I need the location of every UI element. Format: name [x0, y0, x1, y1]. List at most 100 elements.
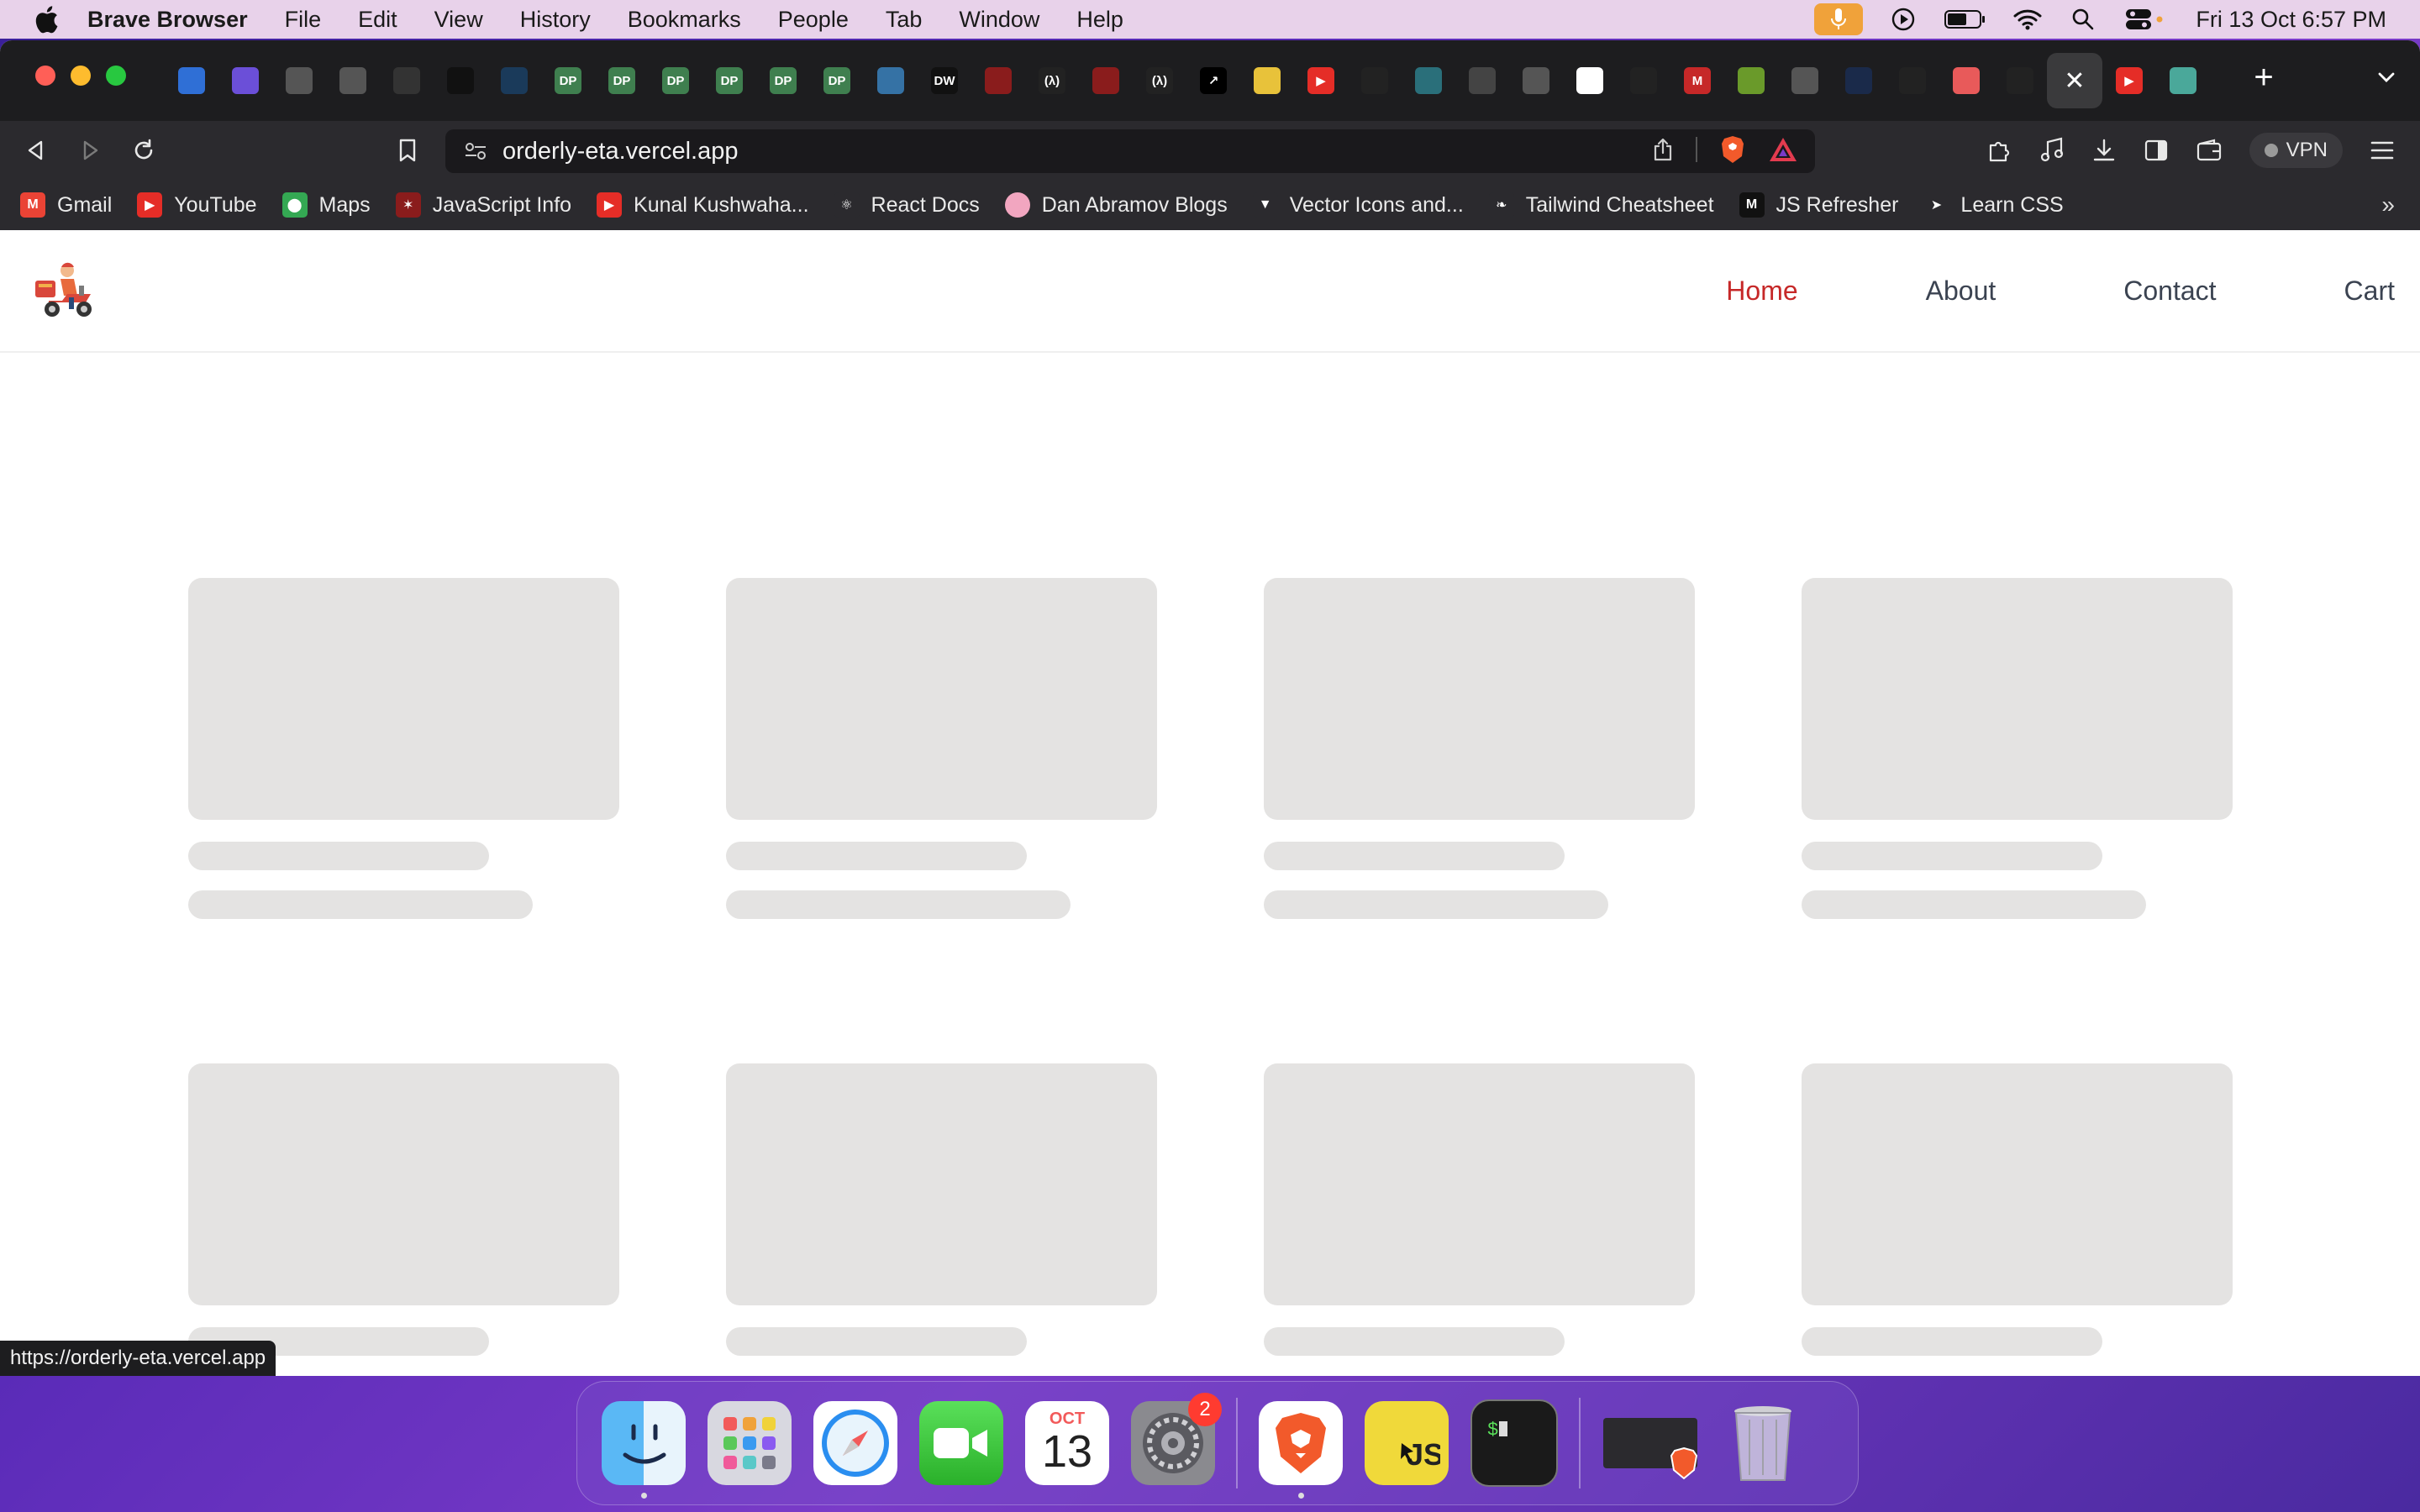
nav-home-link[interactable]: Home	[1726, 276, 1797, 307]
apple-icon[interactable]	[34, 5, 59, 34]
terminal-icon[interactable]: $	[1470, 1399, 1558, 1487]
menu-view[interactable]: View	[434, 7, 483, 33]
play-icon[interactable]	[1888, 7, 1918, 32]
menu-window[interactable]: Window	[959, 7, 1039, 33]
forward-button[interactable]	[74, 134, 106, 166]
menu-edit[interactable]: Edit	[358, 7, 397, 33]
youtube-icon[interactable]: ▶	[2116, 67, 2143, 94]
minimize-window-button[interactable]	[71, 66, 91, 86]
dp-icon[interactable]: DP	[662, 67, 689, 94]
globe-icon[interactable]	[339, 67, 366, 94]
reload-button[interactable]	[128, 134, 160, 166]
bookmark-item[interactable]: M Gmail	[20, 192, 112, 218]
clock[interactable]: Fri 13 Oct 6:57 PM	[2196, 7, 2386, 33]
vpn-button[interactable]: VPN	[2249, 133, 2343, 168]
zoom-window-button[interactable]	[106, 66, 126, 86]
close-window-button[interactable]	[35, 66, 55, 86]
wifi-icon[interactable]	[2012, 7, 2043, 32]
nav-cart-link[interactable]: Cart	[2344, 276, 2395, 307]
github-icon[interactable]	[1361, 67, 1388, 94]
battery-icon[interactable]	[1944, 7, 1987, 32]
extensions-icon[interactable]	[1986, 137, 2012, 164]
dp-icon[interactable]: DP	[770, 67, 797, 94]
microphone-icon[interactable]	[1814, 3, 1864, 35]
github-icon[interactable]	[1899, 67, 1926, 94]
menu-app-name[interactable]: Brave Browser	[87, 7, 248, 33]
youtube-icon[interactable]: ▶	[1307, 67, 1334, 94]
figure-icon[interactable]	[985, 67, 1012, 94]
sidebar-icon[interactable]	[2144, 139, 2169, 162]
menu-tab[interactable]: Tab	[886, 7, 923, 33]
list-icon[interactable]	[232, 67, 259, 94]
search-icon[interactable]	[2068, 7, 2098, 32]
bookmark-item[interactable]: ▶ Kunal Kushwaha...	[597, 192, 809, 218]
bookmark-item[interactable]: ⬤ Maps	[281, 192, 371, 218]
bookmark-item[interactable]: M JS Refresher	[1739, 192, 1898, 218]
github-icon[interactable]	[1630, 67, 1657, 94]
globe-icon[interactable]	[1523, 67, 1549, 94]
nav-about-link[interactable]: About	[1926, 276, 1996, 307]
menu-history[interactable]: History	[520, 7, 591, 33]
wallet-icon[interactable]	[2196, 139, 2223, 162]
site-settings-icon[interactable]	[464, 141, 487, 161]
new-tab-button[interactable]: +	[2247, 60, 2281, 94]
gear-icon[interactable]	[1469, 67, 1496, 94]
medium-icon[interactable]	[447, 67, 474, 94]
framer-icon[interactable]	[393, 67, 420, 94]
bookmark-icon[interactable]	[392, 134, 424, 166]
delivery-logo-icon[interactable]	[34, 260, 96, 321]
dp-icon[interactable]: DP	[716, 67, 743, 94]
moon-icon[interactable]	[1845, 67, 1872, 94]
dp-icon[interactable]: DP	[823, 67, 850, 94]
safari-icon[interactable]	[813, 1401, 897, 1485]
address-bar[interactable]: orderly-eta.vercel.app	[445, 129, 1815, 173]
globe-icon[interactable]	[286, 67, 313, 94]
dw-icon[interactable]: DW	[931, 67, 958, 94]
wave-icon[interactable]	[1415, 67, 1442, 94]
chevron-down-icon[interactable]	[2375, 66, 2398, 89]
spinner-icon[interactable]	[501, 67, 528, 94]
menu-bookmarks[interactable]: Bookmarks	[628, 7, 741, 33]
media-icon[interactable]	[2039, 137, 2065, 164]
python-icon[interactable]	[877, 67, 904, 94]
javascript-icon[interactable]: JS	[1365, 1401, 1449, 1485]
calendar-icon[interactable]: OCT 13	[1025, 1401, 1109, 1485]
record-icon[interactable]	[1953, 67, 1980, 94]
bookmark-item[interactable]: ▶ YouTube	[137, 192, 257, 218]
control-center-icon[interactable]	[2123, 7, 2165, 32]
bookmark-item[interactable]: ⚛ React Docs	[834, 192, 980, 218]
active-tab-close-button[interactable]: ✕	[2047, 53, 2102, 108]
trash-icon[interactable]	[1721, 1401, 1805, 1485]
url-text[interactable]: orderly-eta.vercel.app	[502, 138, 738, 165]
globe-icon[interactable]	[1791, 67, 1818, 94]
brave-rewards-icon[interactable]	[1768, 136, 1798, 163]
app-icon[interactable]	[178, 67, 205, 94]
leaf-icon[interactable]	[1738, 67, 1765, 94]
chatgpt-icon[interactable]	[2170, 67, 2196, 94]
note-icon[interactable]	[1254, 67, 1281, 94]
menu-file[interactable]: File	[285, 7, 322, 33]
figure-icon[interactable]	[1092, 67, 1119, 94]
menu-people[interactable]: People	[778, 7, 849, 33]
arrow-icon[interactable]: ↗	[1200, 67, 1227, 94]
dp-icon[interactable]: DP	[608, 67, 635, 94]
menu-icon[interactable]	[2370, 139, 2395, 161]
bookmark-item[interactable]: ➤ Learn CSS	[1923, 192, 2064, 218]
bookmark-item[interactable]: ✶ JavaScript Info	[395, 192, 571, 218]
bookmark-item[interactable]: Dan Abramov Blogs	[1004, 192, 1228, 218]
bookmarks-overflow-icon[interactable]: »	[2381, 192, 2395, 218]
nav-contact-link[interactable]: Contact	[2123, 276, 2216, 307]
minimized-window-icon[interactable]	[1602, 1401, 1699, 1485]
system-settings-icon[interactable]: 2	[1131, 1393, 1222, 1485]
lambda-icon[interactable]: (λ)	[1146, 67, 1173, 94]
menu-help[interactable]: Help	[1076, 7, 1123, 33]
github-icon[interactable]	[2007, 67, 2033, 94]
bookmark-item[interactable]: ▼ Vector Icons and...	[1252, 192, 1464, 218]
back-button[interactable]	[20, 134, 52, 166]
m-icon[interactable]: M	[1684, 67, 1711, 94]
brave-shields-icon[interactable]	[1719, 134, 1746, 165]
codepen-icon[interactable]	[1576, 67, 1603, 94]
share-icon[interactable]	[1652, 137, 1674, 162]
finder-icon[interactable]	[602, 1401, 686, 1499]
dp-icon[interactable]: DP	[555, 67, 581, 94]
